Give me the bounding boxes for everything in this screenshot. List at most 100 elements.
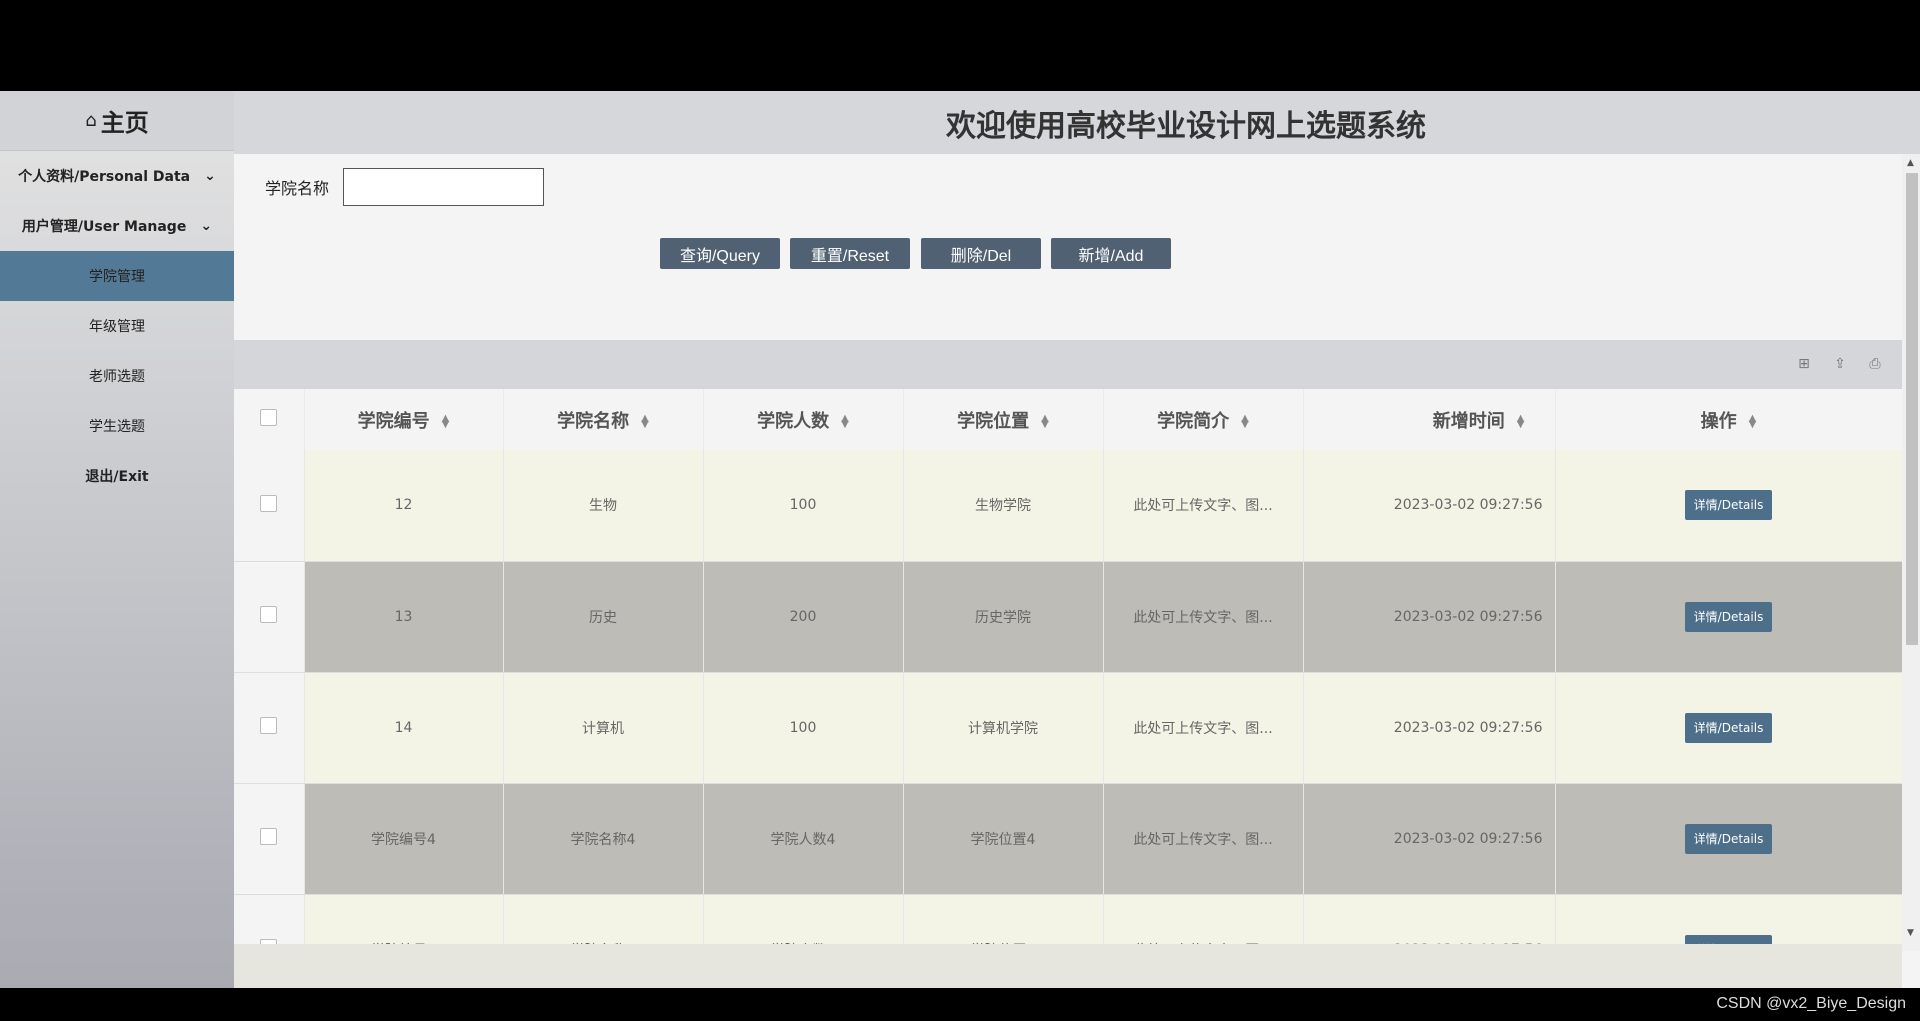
column-header-label: 学院名称 — [557, 410, 630, 432]
table-row: 学院编号5 学院名称5 学院人数5 学院位置5 此处可上传文字、图... 202… — [234, 894, 1902, 944]
cell-location: 学院位置4 — [903, 783, 1104, 895]
cell-action: 详情/Details — [1555, 672, 1902, 784]
sort-icon[interactable]: ▲ ▼ — [1749, 413, 1757, 429]
sidebar-item-label: 学院管理 — [89, 269, 145, 285]
column-header-label: 学院人数 — [757, 410, 830, 432]
export-icon[interactable]: ⇪ — [1831, 355, 1849, 373]
cell-intro: 此处可上传文字、图... — [1103, 894, 1304, 944]
row-checkbox[interactable] — [260, 494, 278, 512]
cell-count: 学院人数4 — [703, 783, 904, 895]
cell-count: 100 — [703, 672, 904, 784]
cell-id: 学院编号4 — [304, 783, 504, 895]
print-icon[interactable]: ⎙ — [1866, 355, 1884, 373]
cell-name: 生物 — [503, 450, 704, 562]
cell-time: 2023-03-02 09:27:56 — [1303, 894, 1556, 944]
sort-icon[interactable]: ▲ ▼ — [1241, 413, 1249, 429]
sidebar-item-label: 老师选题 — [89, 369, 145, 385]
cell-count: 学院人数5 — [703, 894, 904, 944]
column-header[interactable]: 学院位置 ▲ ▼ — [903, 389, 1104, 450]
cell-intro: 此处可上传文字、图... — [1103, 561, 1304, 673]
cell-intro: 此处可上传文字、图... — [1103, 783, 1304, 895]
columns-icon[interactable]: ⊞ — [1795, 355, 1813, 373]
details-button[interactable]: 详情/Details — [1685, 823, 1772, 854]
sidebar-item-grade-manage[interactable]: 年级管理 — [0, 301, 234, 351]
search-row: 学院名称 — [265, 168, 545, 206]
cell-name: 学院名称4 — [503, 783, 704, 895]
details-button[interactable]: 详情/Details — [1685, 601, 1772, 632]
query-button[interactable]: 查询/Query — [660, 238, 780, 269]
column-header-label: 学院编号 — [357, 410, 430, 432]
home-link[interactable]: ⌂ 主页 — [0, 91, 234, 151]
add-button[interactable]: 新增/Add — [1051, 238, 1171, 269]
column-header[interactable]: 学院名称 ▲ ▼ — [503, 389, 704, 450]
details-button[interactable]: 详情/Details — [1685, 934, 1772, 944]
sidebar-item-label: 年级管理 — [89, 319, 145, 335]
search-label: 学院名称 — [265, 179, 330, 198]
sort-icon[interactable]: ▲ ▼ — [641, 413, 649, 429]
app-window: ⌂ 主页 个人资料/Personal Data ⌄ 用户管理/User Mana… — [0, 91, 1920, 988]
sidebar-item-label: 退出/Exit — [85, 469, 149, 485]
cell-count: 200 — [703, 561, 904, 673]
sort-icon[interactable]: ▲ ▼ — [442, 413, 450, 429]
scroll-down-icon[interactable]: ▼ — [1907, 928, 1914, 938]
table-header-row: 学院编号 ▲ ▼ 学院名称 ▲ ▼ 学院人数 ▲ ▼ 学院位置 ▲ ▼ 学院简介 ▲ ▼ 新增时间 ▲… — [234, 389, 1902, 450]
menu-group-user-manage[interactable]: 用户管理/User Manage ⌄ — [0, 201, 234, 251]
cell-time: 2023-03-02 09:27:56 — [1303, 672, 1556, 784]
column-header[interactable]: 学院简介 ▲ ▼ — [1103, 389, 1304, 450]
column-header-label: 学院简介 — [1157, 410, 1230, 432]
column-header[interactable]: 操作 ▲ ▼ — [1555, 389, 1902, 450]
sort-icon[interactable]: ▲ ▼ — [1517, 413, 1525, 429]
column-header[interactable]: 学院人数 ▲ ▼ — [703, 389, 904, 450]
table-row: 12 生物 100 生物学院 此处可上传文字、图... 2023-03-02 0… — [234, 450, 1902, 562]
page-title: 欢迎使用高校毕业设计网上选题系统 — [946, 109, 1426, 144]
table-toolbar: ⊞ ⇪ ⎙ — [234, 340, 1902, 389]
column-header-label: 新增时间 — [1432, 410, 1505, 432]
row-checkbox[interactable] — [260, 717, 278, 734]
cell-id: 学院编号5 — [304, 894, 504, 944]
menu-group-label: 个人资料/Personal Data — [18, 169, 191, 185]
cell-location: 学院位置5 — [903, 894, 1104, 944]
column-header-label: 学院位置 — [957, 410, 1030, 432]
column-header[interactable]: 新增时间 ▲ ▼ — [1303, 389, 1556, 450]
menu-group-label: 用户管理/User Manage — [21, 219, 187, 235]
cell-count: 100 — [703, 450, 904, 562]
sort-icon[interactable]: ▲ ▼ — [841, 413, 849, 429]
sidebar-item-student-topics[interactable]: 学生选题 — [0, 401, 234, 451]
row-select-cell — [234, 450, 305, 562]
scroll-up-icon[interactable]: ▲ — [1907, 158, 1914, 168]
select-all-checkbox[interactable] — [260, 408, 278, 426]
cell-intro: 此处可上传文字、图... — [1103, 450, 1304, 562]
cell-name: 历史 — [503, 561, 704, 673]
table-row: 14 计算机 100 计算机学院 此处可上传文字、图... 2023-03-02… — [234, 672, 1902, 784]
sidebar-item-teacher-topics[interactable]: 老师选题 — [0, 351, 234, 401]
select-all-cell[interactable] — [234, 389, 305, 450]
table-row: 13 历史 200 历史学院 此处可上传文字、图... 2023-03-02 0… — [234, 561, 1902, 673]
cell-name: 学院名称5 — [503, 894, 704, 944]
sidebar-item-college-manage[interactable]: 学院管理 — [0, 251, 234, 301]
chevron-down-icon: ⌄ — [200, 218, 213, 234]
row-select-cell — [234, 561, 305, 673]
cell-action: 详情/Details — [1555, 894, 1902, 944]
data-table-wrap: 学院编号 ▲ ▼ 学院名称 ▲ ▼ 学院人数 ▲ ▼ 学院位置 ▲ ▼ 学院简介 ▲ ▼ 新增时间 ▲… — [234, 389, 1902, 944]
row-checkbox[interactable] — [260, 828, 278, 845]
row-checkbox[interactable] — [260, 606, 278, 623]
row-select-cell — [234, 672, 305, 784]
cell-time: 2023-03-02 09:27:56 — [1303, 450, 1556, 562]
table-row: 学院编号4 学院名称4 学院人数4 学院位置4 此处可上传文字、图... 202… — [234, 783, 1902, 895]
home-icon: ⌂ — [85, 110, 97, 131]
menu-group-personal-data[interactable]: 个人资料/Personal Data ⌄ — [0, 151, 234, 201]
cell-action: 详情/Details — [1555, 450, 1902, 562]
sidebar-item-exit[interactable]: 退出/Exit — [0, 451, 234, 501]
details-button[interactable]: 详情/Details — [1685, 712, 1772, 743]
sort-icon[interactable]: ▲ ▼ — [1041, 413, 1049, 429]
cell-id: 14 — [304, 672, 504, 784]
details-button[interactable]: 详情/Details — [1685, 490, 1772, 521]
scrollbar-thumb[interactable] — [1906, 173, 1918, 645]
college-name-input[interactable] — [343, 168, 545, 206]
reset-button[interactable]: 重置/Reset — [790, 238, 910, 269]
sidebar-item-label: 学生选题 — [89, 419, 145, 435]
main-content: 学院名称 查询/Query 重置/Reset 删除/Del 新增/Add ⊞ ⇪… — [234, 154, 1920, 988]
column-header-label: 操作 — [1700, 410, 1737, 432]
delete-button[interactable]: 删除/Del — [921, 238, 1041, 269]
column-header[interactable]: 学院编号 ▲ ▼ — [304, 389, 504, 450]
